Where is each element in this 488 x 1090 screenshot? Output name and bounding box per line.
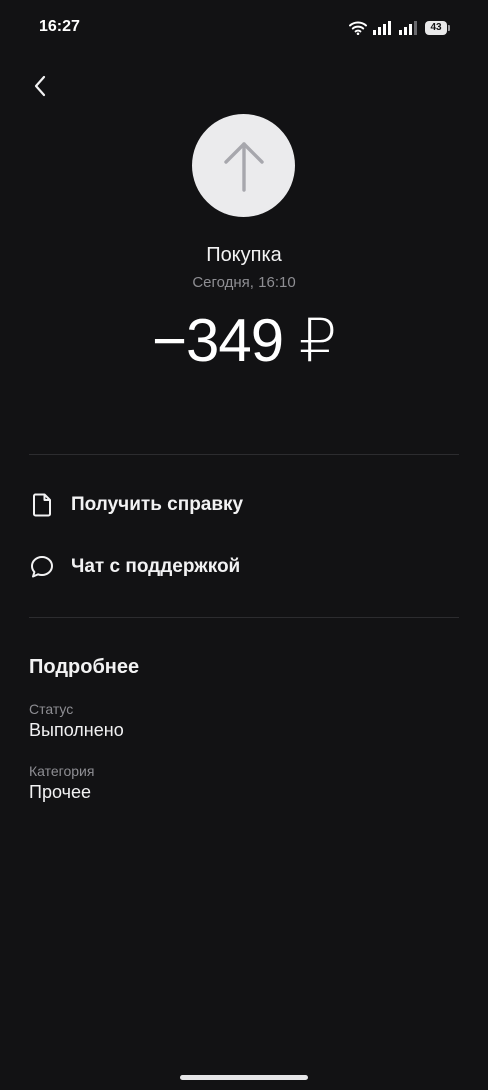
get-receipt-label: Получить справку xyxy=(71,494,244,515)
back-button[interactable] xyxy=(24,68,56,104)
status-label: Статус xyxy=(29,701,74,717)
support-chat-label: Чат с поддержкой xyxy=(71,556,241,577)
transaction-icon-circle xyxy=(192,114,295,217)
transaction-datetime: Сегодня, 16:10 xyxy=(192,274,296,291)
chevron-left-icon xyxy=(34,75,46,97)
category-label: Категория xyxy=(29,763,95,779)
get-receipt-button[interactable]: Получить справку xyxy=(29,483,459,527)
signal-icon-2 xyxy=(399,21,417,35)
status-time: 16:27 xyxy=(39,18,80,35)
battery-level: 43 xyxy=(425,21,447,35)
home-indicator[interactable] xyxy=(180,1075,308,1080)
transaction-amount: −349 ₽ xyxy=(152,307,337,374)
battery-cap xyxy=(448,25,450,31)
divider-bottom xyxy=(29,617,459,618)
signal-icon-1 xyxy=(373,21,391,35)
status-bar: 16:27 43 xyxy=(0,0,488,56)
chat-bubble-icon xyxy=(29,554,55,580)
divider-top xyxy=(29,454,459,455)
category-value: Прочее xyxy=(29,782,91,802)
document-icon xyxy=(29,492,55,518)
support-chat-button[interactable]: Чат с поддержкой xyxy=(29,545,459,589)
battery-indicator: 43 xyxy=(425,21,450,35)
status-icons: 43 xyxy=(349,19,450,37)
wifi-icon xyxy=(349,21,367,35)
arrow-up-icon xyxy=(223,141,264,192)
details-title: Подробнее xyxy=(29,656,140,678)
status-value: Выполнено xyxy=(29,720,124,740)
transaction-title: Покупка xyxy=(206,244,282,266)
